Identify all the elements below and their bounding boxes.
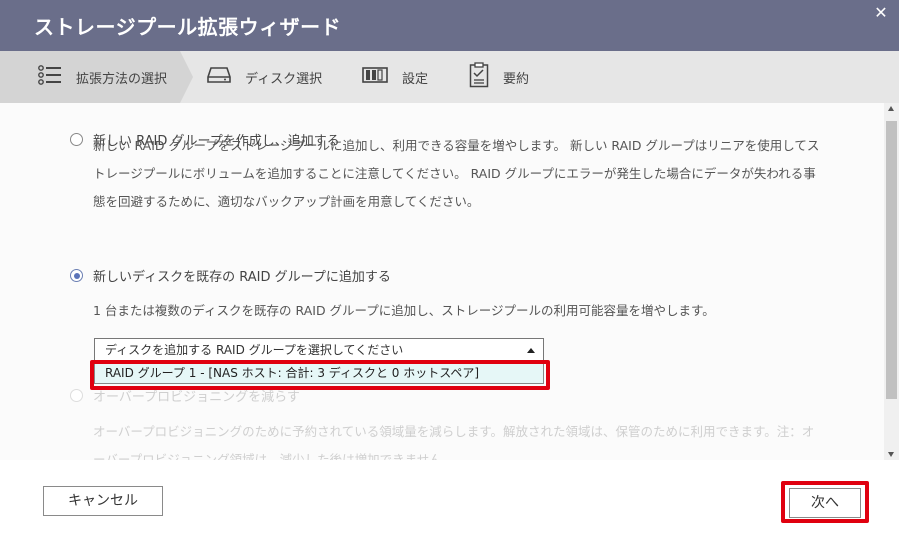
step-disk-select: ディスク選択 [207, 51, 322, 103]
next-button[interactable]: 次へ [789, 488, 861, 518]
scroll-up-icon[interactable] [888, 106, 894, 111]
scroll-thumb[interactable] [886, 121, 897, 399]
radio-button[interactable] [70, 133, 83, 146]
option-create-new-description: 新しい RAID グループをストレージプールに追加し、利用できる容量を増やします… [93, 138, 820, 209]
clipboard-icon [469, 62, 489, 92]
wizard-content: 新しい RAID グループを作成し、追加する 新しい RAID グループをストレ… [0, 103, 884, 460]
step-label: 要約 [503, 71, 530, 87]
step-label: 拡張方法の選択 [76, 71, 168, 87]
step-summary: 要約 [469, 51, 529, 103]
select-value: ディスクを追加する RAID グループを選択してください [105, 343, 404, 357]
step-settings: 設定 [362, 51, 428, 103]
option-reduce-overprovisioning-description: オーバープロビジョニングのために予約されている領域量を減らします。解放された領域… [93, 424, 815, 460]
title-bar: ストレージプール拡張ウィザード ✕ [0, 0, 899, 51]
highlight-annotation [90, 360, 550, 390]
radio-button-selected[interactable] [70, 269, 83, 282]
step-label: ディスク選択 [245, 71, 323, 87]
option-add-to-existing-raid[interactable]: 新しいディスクを既存の RAID グループに追加する [70, 266, 391, 285]
list-icon [38, 65, 62, 89]
option-label: 新しいディスクを既存の RAID グループに追加する [93, 270, 391, 285]
wizard-footer: キャンセル 次へ [0, 460, 899, 540]
wizard-steps: 拡張方法の選択 ディスク選択 設定 要約 [0, 51, 899, 103]
option-add-existing-description: 1 台または複数のディスクを既存の RAID グループに追加し、ストレージプール… [93, 303, 715, 318]
step-label: 設定 [402, 71, 429, 87]
scrollbar[interactable] [884, 103, 899, 460]
step-select-method: 拡張方法の選択 [0, 51, 193, 103]
close-icon[interactable]: ✕ [873, 5, 889, 21]
radio-button-disabled [70, 389, 83, 402]
drive-icon [207, 66, 231, 88]
chevron-up-icon[interactable] [527, 348, 535, 353]
storage-icon [362, 67, 388, 87]
wizard-title: ストレージプール拡張ウィザード [34, 15, 342, 39]
scroll-down-icon[interactable] [888, 452, 894, 457]
cancel-button[interactable]: キャンセル [43, 486, 163, 516]
